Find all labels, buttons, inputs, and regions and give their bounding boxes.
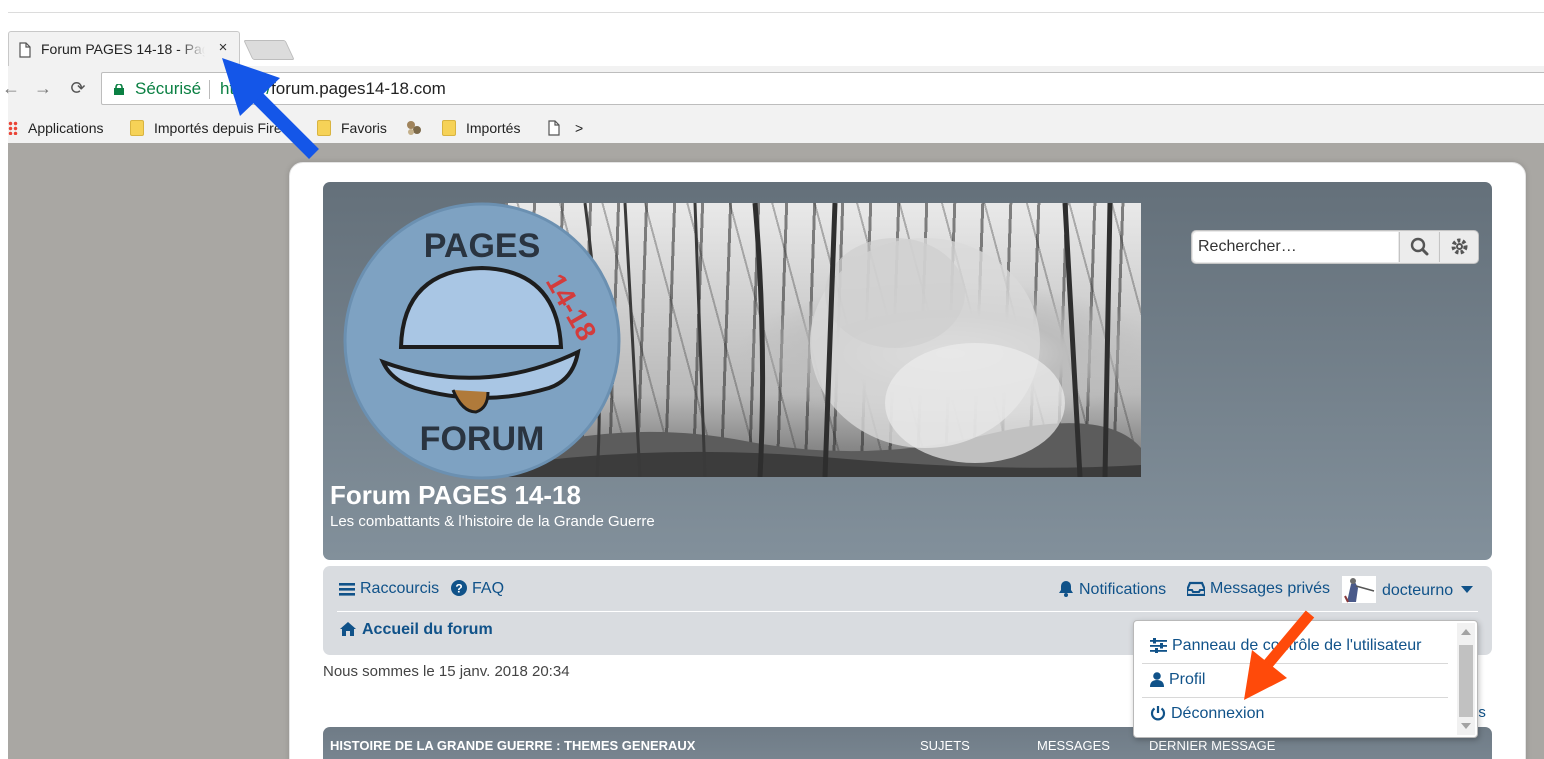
search-input[interactable]: [1193, 232, 1398, 262]
tab-close-icon[interactable]: ×: [215, 39, 231, 57]
folder-icon: [442, 120, 456, 136]
user-dropdown-menu: Panneau de contrôle de l'utilisateur Pro…: [1133, 620, 1478, 738]
advanced-search-button[interactable]: [1439, 232, 1478, 262]
search-button[interactable]: [1399, 232, 1438, 262]
current-date: Nous sommes le 15 janv. 2018 20:34: [323, 663, 570, 680]
col-posts: MESSAGES: [1037, 738, 1110, 753]
bookmark-page[interactable]: [548, 117, 560, 139]
bookmark-label: Importés: [466, 120, 521, 136]
back-icon[interactable]: ←: [0, 77, 22, 99]
sliders-icon: [1150, 638, 1167, 653]
user-icon: [1150, 672, 1164, 687]
address-separator: [209, 80, 210, 99]
logo-top-text: PAGES: [424, 227, 541, 265]
menu-item-profile[interactable]: Profil: [1150, 671, 1205, 689]
question-circle-icon: ?: [451, 580, 467, 596]
scroll-down-icon[interactable]: [1461, 723, 1471, 729]
private-messages-link[interactable]: Messages privés: [1187, 580, 1330, 598]
notifications-label: Notifications: [1079, 581, 1167, 598]
logo-bottom-text: FORUM: [420, 420, 545, 458]
site-title[interactable]: Forum PAGES 14-18: [330, 480, 581, 511]
menu-icon: [339, 583, 355, 596]
page-background: PAGES 14-18 FORUM Forum PAGES 14-18 Les …: [8, 143, 1544, 759]
scroll-thumb[interactable]: [1459, 645, 1473, 717]
home-icon: [340, 622, 356, 636]
tab-strip: Forum PAGES 14-18 - Pages ×: [8, 13, 1544, 67]
avatar-image: [1344, 578, 1375, 603]
menu-separator: [1142, 697, 1448, 698]
bookmarks-bar: Applications Importés depuis Fire Favori…: [8, 112, 1544, 144]
screenshot: Forum PAGES 14-18 - Pages × ← → ⟳ Sécuri…: [0, 0, 1544, 759]
bookmarks-overflow[interactable]: >: [575, 117, 583, 139]
secure-label: Sécurisé: [135, 79, 202, 98]
folder-icon: [317, 120, 331, 136]
page-icon: [548, 120, 560, 136]
gear-icon: [1451, 238, 1468, 255]
browser-tab[interactable]: Forum PAGES 14-18 - Pages ×: [8, 31, 240, 67]
control-panel-label: Panneau de contrôle de l'utilisateur: [1172, 637, 1422, 654]
forum-logo: PAGES 14-18 FORUM: [343, 202, 621, 480]
bookmark-label: Applications: [28, 120, 104, 136]
new-tab-button[interactable]: [243, 40, 295, 60]
folder-icon: [130, 120, 144, 136]
bookmark-label: Importés depuis Fire: [154, 120, 282, 136]
scroll-up-icon[interactable]: [1461, 629, 1471, 635]
navbar-divider: [337, 611, 1478, 612]
url-text[interactable]: https://forum.pages14-18.com: [220, 79, 446, 99]
lock-icon: [114, 84, 124, 95]
notifications-link[interactable]: Notifications: [1058, 580, 1166, 599]
site-description: Les combattants & l'histoire de la Grand…: [330, 513, 655, 530]
reload-icon[interactable]: ⟳: [67, 77, 89, 99]
search-icon: [1410, 237, 1429, 256]
col-topics: SUJETS: [920, 738, 970, 753]
shortcuts-label: Raccourcis: [360, 580, 440, 597]
extension-icon: [407, 121, 421, 135]
search-box: [1191, 230, 1479, 264]
forward-icon[interactable]: →: [32, 77, 54, 99]
dropdown-scrollbar[interactable]: [1457, 623, 1475, 735]
user-menu-toggle[interactable]: docteurno: [1342, 576, 1474, 603]
menu-separator: [1142, 663, 1448, 664]
forum-wrapper: PAGES 14-18 FORUM Forum PAGES 14-18 Les …: [289, 162, 1526, 759]
caret-down-icon: [1461, 586, 1474, 593]
bookmark-favoris[interactable]: Favoris: [317, 117, 387, 139]
faq-link[interactable]: ? FAQ: [451, 580, 504, 598]
menu-item-logout[interactable]: Déconnexion: [1150, 705, 1264, 723]
browser-toolbar: ← → ⟳ Sécurisé https://forum.pages14-18.…: [2, 66, 1544, 112]
avatar: [1342, 576, 1376, 603]
faq-label: FAQ: [472, 580, 505, 597]
browser-chrome: Forum PAGES 14-18 - Pages × ← → ⟳ Sécuri…: [2, 12, 1544, 144]
breadcrumb-home[interactable]: Accueil du forum: [339, 621, 493, 639]
address-bar[interactable]: Sécurisé https://forum.pages14-18.com: [101, 72, 1544, 105]
logout-label: Déconnexion: [1171, 705, 1265, 722]
shortcuts-link[interactable]: Raccourcis: [339, 580, 439, 598]
bookmark-imported-firefox[interactable]: Importés depuis Fire: [130, 117, 282, 139]
username-label: docteurno: [1382, 582, 1454, 599]
breadcrumb-home-label: Accueil du forum: [362, 621, 493, 638]
private-messages-label: Messages privés: [1210, 580, 1331, 597]
url-host: forum.pages14-18.com: [271, 79, 446, 98]
category-title[interactable]: HISTOIRE DE LA GRANDE GUERRE : THEMES GE…: [330, 738, 695, 753]
bookmark-label: Favoris: [341, 120, 387, 136]
inbox-icon: [1187, 581, 1205, 596]
menu-item-control-panel[interactable]: Panneau de contrôle de l'utilisateur: [1150, 637, 1421, 655]
power-icon: [1150, 706, 1166, 721]
tab-title: Forum PAGES 14-18 - Pages: [41, 41, 205, 57]
profile-label: Profil: [1169, 671, 1206, 688]
bookmark-applications[interactable]: Applications: [8, 117, 104, 139]
bell-icon: [1059, 581, 1073, 597]
page-icon: [19, 42, 31, 58]
apps-icon: [8, 121, 18, 135]
svg-text:?: ?: [455, 582, 462, 596]
url-scheme: https://: [220, 79, 272, 98]
col-last-post: DERNIER MESSAGE: [1149, 738, 1276, 753]
forum-header: PAGES 14-18 FORUM Forum PAGES 14-18 Les …: [323, 182, 1492, 560]
bookmark-imported[interactable]: Importés: [442, 117, 520, 139]
bookmark-extension[interactable]: [405, 117, 423, 139]
